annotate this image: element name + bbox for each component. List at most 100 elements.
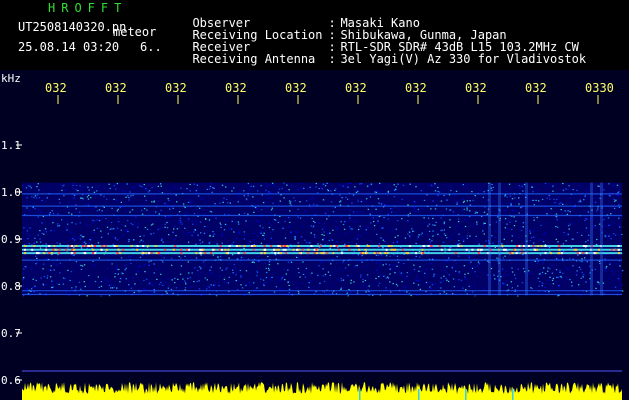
noise-speck [394,236,396,238]
noise-speck [365,229,367,231]
noise-speck [470,271,472,273]
noise-speck [436,273,438,275]
noise-speck [70,238,72,240]
noise-speck [346,292,348,294]
noise-speck [263,238,266,240]
noise-speck [302,261,304,263]
noise-speck [613,207,616,209]
noise-speck [610,213,612,215]
noise-speck [402,184,405,186]
noise-speck [169,256,171,258]
noise-speck [90,208,93,210]
noise-speck [245,270,248,272]
y-tick-label: 1.0 [1,186,21,199]
noise-speck [153,263,155,265]
noise-speck [88,242,90,244]
noise-speck [404,286,407,288]
noise-speck [605,270,607,272]
noise-speck [72,198,75,200]
noise-speck [514,197,516,199]
noise-speck [547,267,549,269]
noise-speck [209,241,211,243]
line-hotspot [611,248,613,251]
noise-speck [95,250,97,252]
noise-speck [142,240,144,242]
noise-speck [119,207,121,209]
noise-speck [582,279,585,281]
noise-speck [393,264,395,266]
noise-speck [529,200,531,202]
noise-speck [598,283,600,285]
noise-speck [128,199,130,201]
noise-speck [341,250,343,252]
noise-speck [418,270,420,272]
noise-speck [118,268,120,271]
noise-speck [58,283,60,285]
noise-speck [413,264,415,266]
noise-speck [477,261,480,263]
line-hotspot [515,252,518,255]
noise-speck [260,229,262,231]
noise-speck [208,288,211,290]
noise-speck [511,228,513,230]
noise-speck [458,236,461,238]
noise-speck [492,186,494,189]
noise-speck [310,198,312,200]
noise-speck [157,185,159,187]
noise-speck [271,207,274,209]
noise-speck [93,207,96,209]
noise-speck [35,279,37,282]
noise-speck [71,287,73,289]
noise-speck [37,216,39,218]
noise-speck [462,240,465,242]
noise-speck [108,295,111,297]
noise-speck [241,287,244,289]
noise-speck [463,208,465,210]
noise-speck [255,208,258,210]
line-hotspot [340,252,343,255]
noise-speck [426,268,428,270]
noise-speck [469,204,472,206]
noise-speck [512,209,514,212]
noise-speck [432,200,434,202]
noise-speck [62,280,65,282]
noise-speck [376,262,378,264]
noise-speck [283,182,285,184]
line-hotspot [122,248,125,251]
line-hotspot [361,252,364,255]
line-hotspot [202,248,205,251]
noise-speck [412,206,414,208]
noise-speck [324,185,327,187]
noise-speck [448,262,450,264]
line-hotspot [142,245,145,247]
noise-speck [427,225,429,227]
noise-speck [609,263,611,265]
noise-speck [36,241,38,243]
noise-speck [357,190,359,192]
noise-speck [170,195,172,197]
noise-speck [151,201,153,203]
noise-speck [423,217,425,219]
noise-speck [541,285,543,287]
noise-speck [475,211,477,213]
noise-speck [56,282,58,284]
noise-speck [243,238,245,240]
noise-speck [159,227,161,229]
noise-speck [132,187,134,189]
noise-speck [379,262,382,264]
noise-speck [555,258,558,260]
line-hotspot [282,248,285,251]
noise-speck [443,229,445,231]
noise-speck [199,266,201,268]
noise-speck [475,240,478,243]
noise-speck [529,230,531,232]
noise-speck [256,276,258,278]
noise-speck [348,226,351,228]
noise-speck [557,276,559,278]
noise-speck [580,295,582,297]
noise-speck [25,187,28,189]
noise-speck [56,264,58,266]
noise-speck [365,198,368,200]
noise-speck [94,280,97,283]
noise-speck [398,208,400,210]
